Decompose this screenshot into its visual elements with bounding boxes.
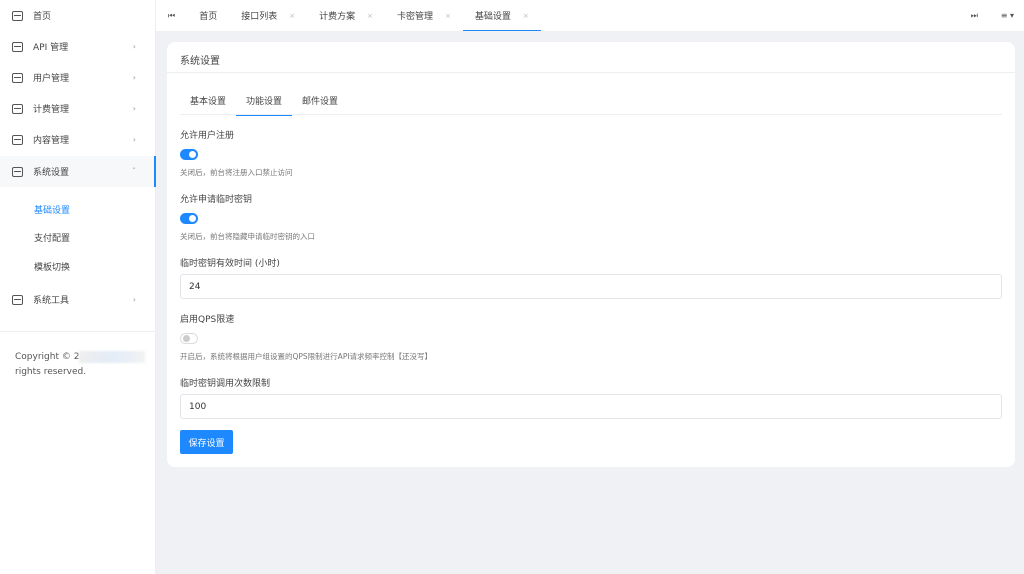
sidebar-subitem-basic[interactable]: 基础设置 bbox=[34, 203, 70, 216]
close-icon[interactable]: × bbox=[445, 12, 451, 20]
chevron-right-icon: › bbox=[132, 104, 136, 113]
calendar-icon bbox=[12, 166, 23, 177]
allow-temp-key-hint: 关闭后，前台将隐藏申请临时密钥的入口 bbox=[180, 232, 315, 241]
sidebar-item-content[interactable]: 内容管理 › bbox=[0, 124, 156, 155]
chevron-right-icon: › bbox=[132, 295, 136, 304]
tab-card-management[interactable]: 卡密管理 × bbox=[385, 0, 463, 31]
sidebar-item-label: 内容管理 bbox=[33, 136, 70, 146]
sidebar-item-label: 计费管理 bbox=[33, 105, 70, 115]
redacted-text bbox=[79, 350, 146, 363]
calendar-icon bbox=[12, 294, 23, 305]
call-limit-label: 临时密钥调用次数限制 bbox=[180, 379, 271, 389]
copyright-suffix: rights reserved. bbox=[15, 367, 87, 377]
chevron-down-icon: ˇ bbox=[132, 167, 136, 176]
chevron-right-icon: › bbox=[132, 135, 136, 144]
sidebar: 首页 API 管理 › 用户管理 › 计费管理 › 内容管理 › 系统设置 ˇ 基础设置 … bbox=[0, 0, 156, 574]
divider bbox=[0, 331, 156, 332]
calendar-icon bbox=[12, 134, 23, 145]
calendar-icon bbox=[12, 41, 23, 52]
close-icon[interactable]: × bbox=[523, 12, 529, 20]
sidebar-item-billing[interactable]: 计费管理 › bbox=[0, 93, 156, 124]
tab-api-list[interactable]: 接口列表 × bbox=[229, 0, 307, 31]
chevron-right-icon: › bbox=[132, 73, 136, 82]
scroll-right-button[interactable]: ⏭ bbox=[971, 11, 978, 21]
settings-card: 系统设置 基本设置 功能设置 邮件设置 允许用户注册 关闭后，前台将注册入口禁止… bbox=[167, 42, 1015, 467]
tab-basic[interactable]: 基本设置 bbox=[180, 92, 236, 114]
sidebar-subitem-payment[interactable]: 支付配置 bbox=[34, 231, 70, 244]
temp-key-validity-input[interactable] bbox=[180, 274, 1002, 299]
tab-home[interactable]: 首页 bbox=[187, 0, 229, 31]
tab-label: 基础设置 bbox=[474, 12, 511, 22]
call-limit-input[interactable] bbox=[180, 394, 1002, 419]
tab-features[interactable]: 功能设置 bbox=[236, 92, 293, 116]
sidebar-item-label: API 管理 bbox=[33, 43, 69, 53]
sidebar-item-label: 系统工具 bbox=[33, 296, 70, 306]
copyright: Copyright © 2 rights reserved. bbox=[15, 350, 146, 380]
allow-register-toggle[interactable] bbox=[180, 149, 198, 160]
sidebar-item-label: 系统设置 bbox=[33, 168, 70, 178]
tab-billing-plan[interactable]: 计费方案 × bbox=[307, 0, 385, 31]
tab-bar: ⏮ 首页 接口列表 × 计费方案 × 卡密管理 × 基础设置 × ⏭ ≡ ▾ bbox=[156, 0, 1024, 31]
scroll-left-button[interactable]: ⏮ bbox=[156, 0, 187, 31]
save-button[interactable]: 保存设置 bbox=[180, 430, 233, 454]
sidebar-item-home[interactable]: 首页 bbox=[0, 0, 156, 31]
sidebar-item-api[interactable]: API 管理 › bbox=[0, 31, 156, 62]
qps-limit-label: 启用QPS限速 bbox=[180, 315, 235, 325]
tab-email[interactable]: 邮件设置 bbox=[292, 92, 348, 114]
chevron-right-icon: › bbox=[132, 42, 136, 51]
qps-limit-toggle[interactable] bbox=[180, 333, 198, 344]
calendar-icon bbox=[12, 103, 23, 114]
allow-temp-key-label: 允许申请临时密钥 bbox=[180, 195, 253, 205]
allow-register-label: 允许用户注册 bbox=[180, 131, 235, 141]
close-icon[interactable]: × bbox=[289, 12, 295, 20]
sidebar-item-system-settings[interactable]: 系统设置 ˇ bbox=[0, 156, 156, 187]
qps-limit-hint: 开启后，系统将根据用户组设置的QPS限制进行API请求频率控制【还没写】 bbox=[180, 352, 433, 361]
tab-label: 首页 bbox=[199, 12, 218, 22]
sidebar-subitem-template[interactable]: 模板切换 bbox=[34, 260, 70, 273]
sidebar-item-users[interactable]: 用户管理 › bbox=[0, 62, 156, 93]
temp-key-validity-label: 临时密钥有效时间 (小时) bbox=[180, 259, 280, 269]
copyright-prefix: Copyright © 2 bbox=[15, 352, 80, 362]
allow-register-hint: 关闭后，前台将注册入口禁止访问 bbox=[180, 168, 293, 177]
sidebar-item-label: 首页 bbox=[33, 12, 52, 22]
tab-basic-settings[interactable]: 基础设置 × bbox=[462, 0, 541, 31]
tab-label: 卡密管理 bbox=[397, 12, 434, 22]
card-title: 系统设置 bbox=[167, 42, 1015, 73]
sidebar-item-tools[interactable]: 系统工具 › bbox=[0, 284, 156, 315]
sidebar-item-label: 用户管理 bbox=[33, 74, 70, 84]
home-icon bbox=[12, 10, 23, 21]
allow-temp-key-toggle[interactable] bbox=[180, 213, 198, 224]
calendar-icon bbox=[12, 72, 23, 83]
tab-label: 计费方案 bbox=[319, 12, 356, 22]
close-icon[interactable]: × bbox=[367, 12, 373, 20]
tab-menu-button[interactable]: ≡ ▾ bbox=[1001, 11, 1014, 20]
settings-tabs: 基本设置 功能设置 邮件设置 bbox=[180, 92, 1002, 116]
tab-label: 接口列表 bbox=[241, 12, 278, 22]
